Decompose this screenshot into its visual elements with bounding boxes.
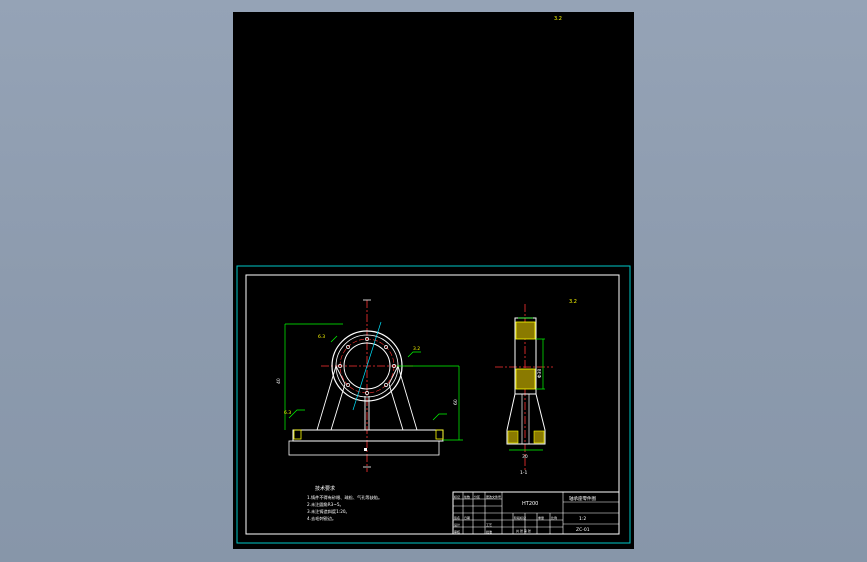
sheet-count: 共 张 第 张 bbox=[516, 528, 531, 533]
part-name: 轴承座零件图 bbox=[569, 495, 596, 502]
notes-title: 技术要求 bbox=[315, 485, 335, 492]
role-approve: 批准 bbox=[486, 529, 492, 534]
material: HT200 bbox=[522, 501, 538, 507]
row-label-4: 更改文件号 bbox=[486, 494, 501, 499]
base-hatch-left bbox=[293, 429, 302, 440]
hatch-top bbox=[515, 321, 536, 340]
front-dimensions bbox=[284, 323, 463, 441]
technical-notes: 技术要求 1.铸件不得有砂眼、疏松、气孔等缺陷。 2.未注圆角R3~5。 3.未… bbox=[307, 485, 382, 522]
roughness-label-1: 6.3 bbox=[318, 334, 325, 340]
drawing-number: ZC-01 bbox=[576, 527, 590, 533]
top-corner-mark: 3.2 bbox=[554, 16, 562, 22]
note-line-4: 4.去毛刺锐边。 bbox=[307, 515, 336, 522]
section-label: 1-1 bbox=[520, 470, 527, 476]
role-review: 审核 bbox=[454, 529, 460, 534]
height-dimension: 40 bbox=[276, 378, 282, 384]
hatch-base-left bbox=[507, 430, 519, 444]
front-view: 6.3 3.2 6.3 40 60 bbox=[276, 299, 463, 472]
sheet-corner-mark: 3.2 bbox=[569, 299, 577, 305]
row-label-1: 标记 bbox=[454, 494, 460, 499]
base-plate bbox=[292, 429, 444, 442]
row-label-5: 签名 bbox=[454, 515, 460, 520]
title-block: HT200 轴承座零件图 1:2 ZC-01 标记 处数 分区 更改文件号 签名… bbox=[452, 491, 620, 535]
row-label-2: 处数 bbox=[464, 494, 470, 499]
hatch-base-right bbox=[533, 430, 545, 444]
stage-scale: 比例 bbox=[551, 515, 557, 520]
side-bottom-dimension: 30 bbox=[522, 454, 528, 460]
right-leg bbox=[388, 364, 418, 431]
base-hatch-right bbox=[435, 429, 444, 440]
left-leg bbox=[316, 364, 346, 431]
right-dimension: 60 bbox=[453, 399, 459, 405]
roughness-label-2: 3.2 bbox=[413, 346, 420, 352]
row-label-6: 日期 bbox=[464, 515, 470, 520]
drawing-canvas[interactable]: 3.2 3.2 6.3 3.2 6.3 40 60 Φ38 30 1-1 技术要… bbox=[233, 12, 634, 549]
cad-drawing: 3.2 3.2 6.3 3.2 6.3 40 60 Φ38 30 1-1 技术要… bbox=[236, 16, 631, 544]
stage-mark: 阶段标记 bbox=[514, 515, 526, 520]
note-line-2: 2.未注圆角R3~5。 bbox=[307, 501, 344, 508]
role-design: 设计 bbox=[454, 522, 460, 527]
centre-marker bbox=[364, 448, 367, 451]
row-label-3: 分区 bbox=[474, 494, 480, 499]
side-view: Φ38 30 1-1 bbox=[495, 304, 553, 476]
drawing-scale: 1:2 bbox=[579, 516, 586, 522]
stage-weight: 重量 bbox=[538, 515, 544, 520]
side-vertical-dimension: Φ38 bbox=[537, 369, 543, 378]
hatch-bottom bbox=[515, 368, 536, 390]
roughness-label-3: 6.3 bbox=[284, 410, 291, 416]
note-line-3: 3.未注铸造斜度1:20。 bbox=[307, 508, 350, 515]
note-line-1: 1.铸件不得有砂眼、疏松、气孔等缺陷。 bbox=[307, 494, 382, 501]
role-process: 工艺 bbox=[486, 522, 492, 527]
